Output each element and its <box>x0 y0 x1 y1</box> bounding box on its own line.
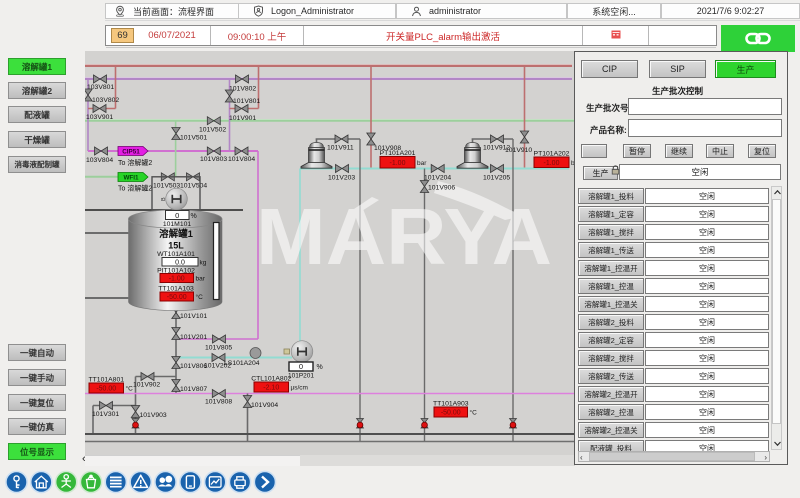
svg-text:0.0: 0.0 <box>175 259 185 266</box>
svg-text:101V803: 101V803 <box>200 156 227 163</box>
svg-text:101V806: 101V806 <box>180 363 207 370</box>
svg-text:101V805: 101V805 <box>205 345 232 352</box>
svg-text:-50.00: -50.00 <box>96 386 116 393</box>
svg-text:101V910: 101V910 <box>505 147 532 154</box>
svg-text:101V904: 101V904 <box>251 402 278 409</box>
svg-text:101V502: 101V502 <box>199 127 226 134</box>
svg-text:0: 0 <box>299 362 303 371</box>
svg-text:-50.00: -50.00 <box>441 410 461 417</box>
svg-text:-2.10: -2.10 <box>263 385 279 392</box>
svg-text:101V504: 101V504 <box>180 183 207 190</box>
svg-text:CIP51: CIP51 <box>122 149 140 156</box>
svg-text:-1.00: -1.00 <box>169 276 185 283</box>
svg-text:101V902: 101V902 <box>133 382 160 389</box>
svg-text:%: % <box>191 213 197 220</box>
svg-text:101V101: 101V101 <box>180 313 207 320</box>
svg-text:101V903: 101V903 <box>140 412 167 419</box>
svg-text:101M101: 101M101 <box>163 221 192 228</box>
svg-text:溶解罐1: 溶解罐1 <box>159 228 194 240</box>
svg-text:LS101A204: LS101A204 <box>224 360 260 367</box>
svg-text:101V906: 101V906 <box>428 185 455 192</box>
svg-text:101V807: 101V807 <box>180 386 207 393</box>
svg-text:bar: bar <box>417 160 427 167</box>
svg-text:101V501: 101V501 <box>180 135 207 142</box>
svg-text:B: B <box>161 197 167 201</box>
svg-text:101V201: 101V201 <box>180 334 207 341</box>
svg-text:TT101A903: TT101A903 <box>433 401 469 408</box>
svg-text:kg: kg <box>200 259 207 266</box>
svg-text:To 溶解罐2: To 溶解罐2 <box>118 158 152 167</box>
svg-text:°C: °C <box>470 409 478 417</box>
svg-text:%: % <box>317 364 323 371</box>
svg-text:103V901: 103V901 <box>86 114 113 121</box>
svg-text:15L: 15L <box>168 241 184 251</box>
svg-text:bar: bar <box>196 276 206 283</box>
svg-text:-50.00: -50.00 <box>167 294 187 301</box>
svg-text:CTL101A802: CTL101A802 <box>251 376 291 383</box>
svg-text:101V203: 101V203 <box>328 175 355 182</box>
svg-text:0: 0 <box>175 211 179 220</box>
svg-text:MARYA: MARYA <box>256 192 552 281</box>
svg-text:101V808: 101V808 <box>205 399 232 406</box>
svg-text:101P201: 101P201 <box>288 373 314 380</box>
svg-text:101V801: 101V801 <box>233 98 260 105</box>
svg-text:WT101A101: WT101A101 <box>157 251 195 258</box>
svg-text:101V205: 101V205 <box>483 175 510 182</box>
svg-text:101V301: 101V301 <box>92 411 119 418</box>
svg-text:To 溶解罐2: To 溶解罐2 <box>118 184 152 193</box>
svg-text:101V901: 101V901 <box>229 115 256 122</box>
svg-text:101V911: 101V911 <box>327 145 354 152</box>
svg-text:103V802: 103V802 <box>92 97 119 104</box>
svg-text:°C: °C <box>196 293 204 301</box>
svg-text:PT101A202: PT101A202 <box>534 151 570 158</box>
svg-text:-1.00: -1.00 <box>390 160 406 167</box>
svg-text:103V804: 103V804 <box>86 157 113 164</box>
svg-text:-1.00: -1.00 <box>544 160 560 167</box>
svg-text:101V804: 101V804 <box>228 156 255 163</box>
svg-text:°C: °C <box>126 385 134 393</box>
svg-text:PT101A201: PT101A201 <box>380 150 416 157</box>
svg-text:TT101A801: TT101A801 <box>88 377 124 384</box>
svg-text:WFI1: WFI1 <box>123 175 139 182</box>
svg-text:µs/cm: µs/cm <box>291 385 308 392</box>
